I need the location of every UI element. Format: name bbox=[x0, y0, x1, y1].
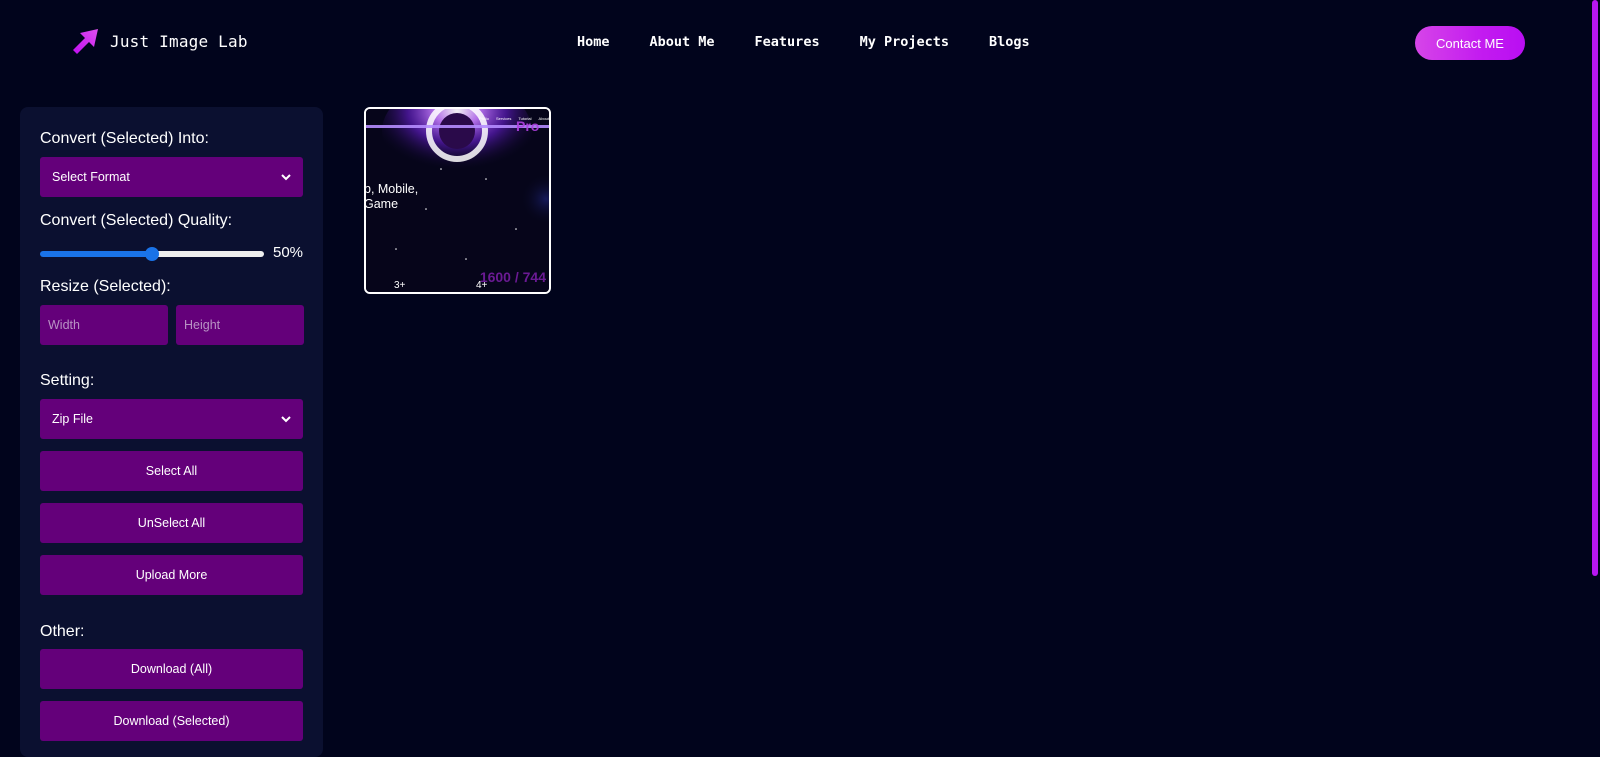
slider-track bbox=[152, 251, 264, 257]
resize-label: Resize (Selected): bbox=[40, 278, 171, 295]
scrollbar-thumb[interactable] bbox=[1592, 0, 1598, 576]
convert-into-label: Convert (Selected) Into: bbox=[40, 130, 209, 147]
mini-nav-item: Services bbox=[496, 116, 512, 121]
thumbnail-resolution: 1600 / 744 bbox=[479, 269, 546, 285]
page-scrollbar[interactable] bbox=[1590, 0, 1600, 742]
contact-button[interactable]: Contact ME bbox=[1415, 26, 1525, 60]
quality-slider[interactable] bbox=[40, 246, 264, 262]
mini-nav-item: Pfolio bbox=[478, 116, 489, 121]
brand[interactable]: Just Image Lab bbox=[72, 28, 248, 55]
site-header: Just Image Lab Home About Me Features My… bbox=[0, 0, 1600, 86]
download-all-button[interactable]: Download (All) bbox=[40, 649, 303, 689]
slider-fill bbox=[40, 251, 152, 257]
nav-blogs[interactable]: Blogs bbox=[989, 34, 1030, 50]
nav-features[interactable]: Features bbox=[755, 34, 820, 50]
thumbnail-mini-nav: Pfolio Services Tutorial About bbox=[479, 116, 549, 121]
download-selected-button[interactable]: Download (Selected) bbox=[40, 701, 303, 741]
nav-home[interactable]: Home bbox=[577, 34, 610, 50]
quality-label: Convert (Selected) Quality: bbox=[40, 212, 233, 229]
thumbnail-text-line-2: Game bbox=[364, 197, 399, 211]
height-placeholder: Height bbox=[184, 318, 221, 332]
quality-value: 50% bbox=[273, 244, 304, 261]
brand-name: Just Image Lab bbox=[110, 32, 248, 51]
thumbnail-badge-1: 3+ bbox=[394, 280, 406, 291]
setting-select-value: Zip File bbox=[52, 412, 93, 426]
nav-about-me[interactable]: About Me bbox=[650, 34, 715, 50]
slider-thumb[interactable] bbox=[145, 247, 159, 261]
setting-select[interactable]: Zip File bbox=[40, 399, 303, 439]
chevron-down-icon bbox=[281, 415, 291, 422]
height-field[interactable]: Height bbox=[176, 305, 304, 345]
width-field[interactable]: Width bbox=[40, 305, 168, 345]
setting-label: Setting: bbox=[40, 372, 95, 389]
chevron-down-icon bbox=[281, 173, 291, 180]
select-all-button[interactable]: Select All bbox=[40, 451, 303, 491]
format-select-value: Select Format bbox=[52, 170, 130, 184]
format-select[interactable]: Select Format bbox=[40, 157, 303, 197]
nav-my-projects[interactable]: My Projects bbox=[860, 34, 949, 50]
converter-sidebar: Convert (Selected) Into: Select Format C… bbox=[20, 107, 323, 757]
width-placeholder: Width bbox=[48, 318, 80, 332]
mini-nav-item: Tutorial bbox=[518, 116, 532, 121]
thumbnail-badge-2: 4+ bbox=[476, 280, 488, 291]
upload-more-button[interactable]: Upload More bbox=[40, 555, 303, 595]
mini-nav-item: About bbox=[538, 116, 549, 121]
other-label: Other: bbox=[40, 623, 85, 640]
unselect-all-button[interactable]: UnSelect All bbox=[40, 503, 303, 543]
image-thumbnail[interactable]: Pro Pfolio Services Tutorial About b, Mo… bbox=[364, 107, 551, 294]
main-nav: Home About Me Features My Projects Blogs bbox=[577, 34, 1030, 50]
arrow-cursor-icon bbox=[73, 29, 98, 54]
thumbnail-text-line-1: b, Mobile, bbox=[364, 182, 419, 196]
